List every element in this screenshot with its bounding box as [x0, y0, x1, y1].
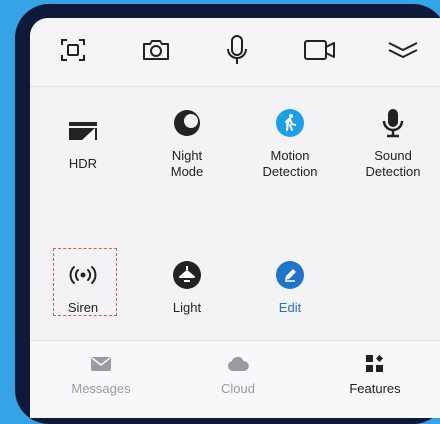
- snapshot-button[interactable]: [138, 34, 174, 70]
- motion-detection-toggle[interactable]: Motion Detection: [240, 106, 340, 202]
- screen-capture-button[interactable]: [55, 34, 91, 70]
- video-camera-icon: [303, 37, 337, 68]
- hdr-icon: [33, 114, 133, 148]
- night-mode-label: Night Mode: [170, 148, 204, 179]
- hdr-toggle[interactable]: HDR: [33, 114, 133, 210]
- siren-label: Siren: [67, 300, 99, 315]
- tab-messages-label: Messages: [71, 381, 131, 396]
- camera-icon: [141, 36, 171, 69]
- person-walking-icon: [240, 106, 340, 140]
- control-toolbar: [30, 18, 440, 87]
- tab-cloud-label: Cloud: [221, 381, 255, 396]
- collapse-button[interactable]: [385, 34, 421, 70]
- tab-features[interactable]: Features: [320, 353, 430, 401]
- moon-icon: [137, 106, 237, 140]
- lamp-icon: [137, 258, 237, 292]
- sound-detection-label: Sound Detection: [365, 148, 421, 179]
- sound-detection-toggle[interactable]: Sound Detection: [343, 106, 440, 202]
- microphone-icon: [224, 34, 250, 71]
- app-screen: HDR Night Mode Motion Detection Sound De…: [30, 18, 440, 418]
- talk-button[interactable]: [219, 34, 255, 70]
- cloud-icon: [183, 353, 293, 375]
- collapse-chevron-icon: [387, 39, 419, 66]
- edit-label: Edit: [278, 300, 302, 315]
- record-button[interactable]: [302, 34, 338, 70]
- pencil-icon: [240, 258, 340, 292]
- motion-detection-label: Motion Detection: [262, 148, 318, 179]
- light-label: Light: [172, 300, 202, 315]
- bottom-navigation: Messages Cloud Features: [30, 340, 440, 418]
- hdr-label: HDR: [68, 156, 98, 171]
- envelope-icon: [46, 353, 156, 375]
- screen-capture-icon: [59, 36, 87, 69]
- tab-messages[interactable]: Messages: [46, 353, 156, 401]
- siren-icon: [33, 258, 133, 292]
- tab-features-label: Features: [349, 381, 401, 396]
- night-mode-toggle[interactable]: Night Mode: [137, 106, 237, 202]
- sound-detection-mic-icon: [343, 106, 440, 140]
- tab-cloud[interactable]: Cloud: [183, 353, 293, 401]
- features-grid-icon: [320, 353, 430, 375]
